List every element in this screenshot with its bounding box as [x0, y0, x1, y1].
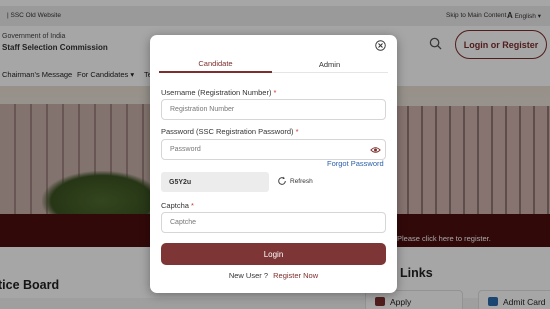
password-input[interactable]: Password: [161, 139, 386, 160]
refresh-icon[interactable]: [277, 176, 287, 186]
register-now-link[interactable]: Register Now: [273, 271, 318, 280]
refresh-label[interactable]: Refresh: [290, 178, 313, 185]
username-label: Username (Registration Number) *: [161, 88, 276, 97]
new-user-line: New User ? Register Now: [150, 271, 397, 280]
required-mark: *: [273, 88, 277, 97]
required-mark: *: [191, 201, 194, 210]
password-label-text: Password (SSC Registration Password): [161, 127, 294, 136]
username-label-text: Username (Registration Number): [161, 88, 272, 97]
forgot-password-link[interactable]: Forgot Password: [327, 159, 384, 168]
login-modal: Candidate Admin Username (Registration N…: [150, 35, 397, 293]
required-mark: *: [295, 127, 299, 136]
new-user-label: New User ?: [228, 271, 269, 280]
password-label: Password (SSC Registration Password) *: [161, 127, 299, 136]
eye-icon: [370, 146, 381, 153]
close-icon[interactable]: [375, 40, 386, 51]
captcha-label: Captcha *: [161, 201, 194, 210]
show-password-toggle[interactable]: [365, 139, 386, 160]
login-tabs: Candidate Admin: [159, 55, 388, 73]
login-button[interactable]: Login: [161, 243, 386, 265]
captcha-image: G5Y2u: [161, 172, 269, 192]
username-input[interactable]: Registration Number: [161, 99, 386, 120]
captcha-input[interactable]: Captche: [161, 212, 386, 233]
tab-admin[interactable]: Admin: [277, 55, 382, 73]
captcha-label-text: Captcha: [161, 201, 189, 210]
tab-candidate[interactable]: Candidate: [159, 55, 272, 73]
